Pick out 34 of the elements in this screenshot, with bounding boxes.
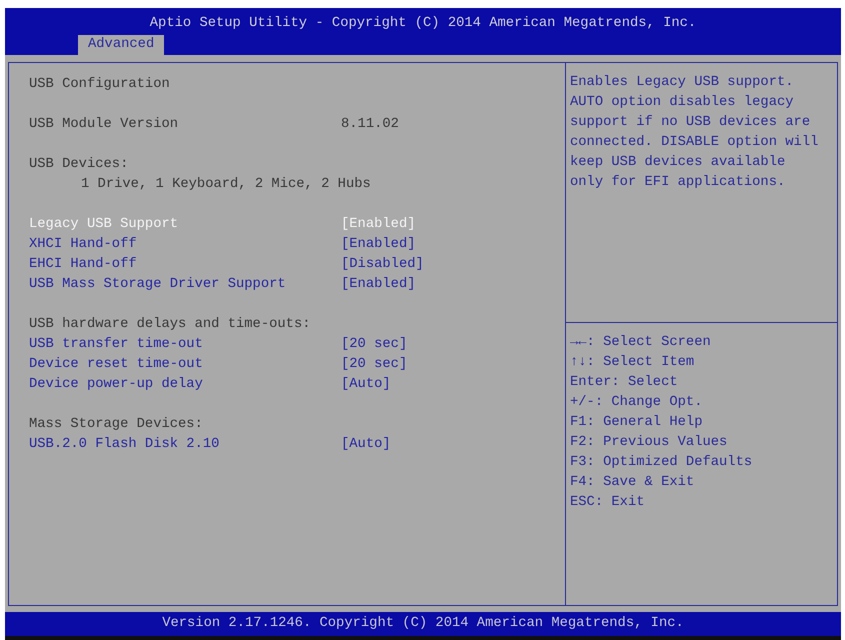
app-title: Aptio Setup Utility - Copyright (C) 2014 American Megatrends, Inc. (150, 15, 696, 33)
setting-value[interactable]: [Enabled] (341, 235, 416, 255)
help-description: Enables Legacy USB support. AUTO option disables legacy support if no USB devices are connected. DISABLE option will keep USB devices available only for EFI applications. (570, 74, 818, 192)
key-hint: F4: Save & Exit (570, 474, 694, 492)
setting-label[interactable]: EHCI Hand-off (29, 255, 137, 275)
setting-label[interactable]: USB transfer time-out (29, 335, 203, 355)
key-hint: →←: Select Screen (570, 334, 711, 352)
key-hint: +/-: Change Opt. (570, 394, 702, 412)
setting-value[interactable]: [Auto] (341, 435, 391, 455)
key-hint: F1: General Help (570, 414, 702, 432)
key-hint: Enter: Select (570, 374, 678, 392)
setting-value[interactable]: [20 sec] (341, 355, 408, 375)
version-text: Version 2.17.1246. Copyright (C) 2014 American Megatrends, Inc. (162, 616, 684, 631)
setting-label[interactable]: USB Mass Storage Driver Support (29, 275, 286, 295)
setting-label[interactable]: Device reset time-out (29, 355, 203, 375)
setting-value[interactable]: [Disabled] (341, 255, 424, 275)
section-heading: USB hardware delays and time-outs: (29, 317, 311, 332)
info-label: USB Module Version (29, 116, 178, 134)
setting-value[interactable]: [20 sec] (341, 335, 408, 355)
key-hint: ↑↓: Select Item (570, 354, 694, 372)
key-hint: F3: Optimized Defaults (570, 454, 752, 472)
section-heading: USB Configuration (29, 77, 170, 92)
section-heading: Mass Storage Devices: (29, 417, 203, 432)
device-summary: 1 Drive, 1 Keyboard, 2 Mice, 2 Hubs (81, 177, 371, 192)
key-hint: F2: Previous Values (570, 434, 728, 452)
key-hint: ESC: Exit (570, 494, 645, 512)
section-heading: USB Devices: (29, 157, 128, 172)
setting-value[interactable]: [Enabled] (341, 275, 416, 295)
setting-label[interactable]: Device power-up delay (29, 375, 203, 395)
setting-value[interactable]: [Auto] (341, 375, 391, 395)
info-value: 8.11.02 (341, 116, 399, 134)
setting-label[interactable]: USB.2.0 Flash Disk 2.10 (29, 435, 220, 455)
menu-tab[interactable]: Advanced (78, 35, 164, 55)
setting-label[interactable]: XHCI Hand-off (29, 235, 137, 255)
